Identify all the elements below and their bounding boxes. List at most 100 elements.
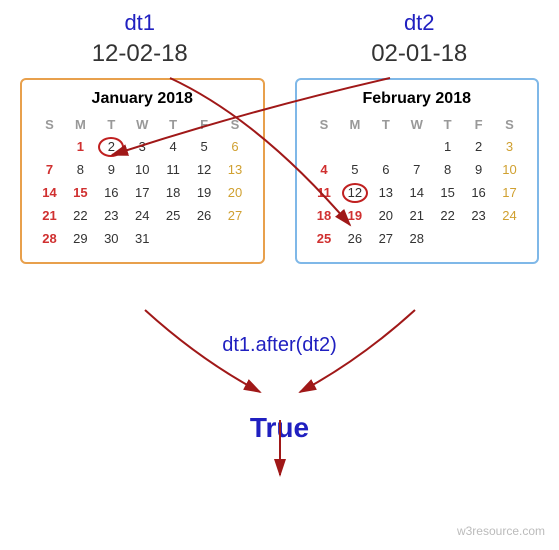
expression-text: dt1.after(dt2)	[0, 334, 559, 357]
calendar-cell: 22	[432, 204, 463, 227]
calendar-row: 25262728	[309, 227, 526, 250]
dt1-name: dt1	[92, 10, 188, 36]
calendar-cell: 9	[463, 158, 494, 181]
calendar-cell: 18	[158, 181, 189, 204]
calendar-cell: 15	[432, 181, 463, 204]
calendar-cell: 14	[401, 181, 432, 204]
calendar-cell: 18	[309, 204, 340, 227]
calendar-cell	[220, 227, 251, 250]
calendar-cell: 1	[432, 135, 463, 158]
dow-cell: W	[401, 114, 432, 135]
calendar-cell: 7	[401, 158, 432, 181]
calendar-row: 123456	[34, 135, 251, 158]
dow-cell: T	[432, 114, 463, 135]
calendar-cell: 21	[34, 204, 65, 227]
calendar-january: January 2018 SMTWTFS 1234567891011121314…	[20, 78, 265, 264]
calendar-cell: 25	[158, 204, 189, 227]
calendar-cell: 26	[189, 204, 220, 227]
dt1-value: 12-02-18	[92, 40, 188, 68]
calendar-cell: 1	[65, 135, 96, 158]
calendar-cell: 12	[339, 181, 370, 204]
result-text: True	[0, 412, 559, 444]
calendar-cell: 8	[65, 158, 96, 181]
calendar-cell	[34, 135, 65, 158]
calendar-cell	[370, 135, 401, 158]
top-labels: dt1 12-02-18 dt2 02-01-18	[0, 0, 559, 68]
calendar-cell: 7	[34, 158, 65, 181]
calendar-row: 45678910	[309, 158, 526, 181]
calendar-cell	[463, 227, 494, 250]
calendar-cell: 9	[96, 158, 127, 181]
calendar-cell: 26	[339, 227, 370, 250]
dow-cell: M	[339, 114, 370, 135]
calendar-row: 14151617181920	[34, 181, 251, 204]
dt2-group: dt2 02-01-18	[371, 10, 467, 68]
calendar-cell: 24	[494, 204, 525, 227]
calendar-cell: 25	[309, 227, 340, 250]
calendar-cell: 28	[401, 227, 432, 250]
calendar-cell: 31	[127, 227, 158, 250]
calendar-cell: 2	[463, 135, 494, 158]
calendar-row: 21222324252627	[34, 204, 251, 227]
calendar-cell: 11	[158, 158, 189, 181]
calendar-cell: 22	[65, 204, 96, 227]
calendar-row: 28293031	[34, 227, 251, 250]
calendar-cell: 5	[189, 135, 220, 158]
calendar-cell	[432, 227, 463, 250]
dow-cell: W	[127, 114, 158, 135]
calendar-cell	[401, 135, 432, 158]
calendar-cell: 27	[220, 204, 251, 227]
cal-feb-dow: SMTWTFS	[309, 114, 526, 135]
dow-cell: S	[494, 114, 525, 135]
calendar-cell	[189, 227, 220, 250]
calendar-cell: 17	[127, 181, 158, 204]
dow-cell: F	[189, 114, 220, 135]
calendar-cell: 21	[401, 204, 432, 227]
dow-cell: F	[463, 114, 494, 135]
dow-cell: S	[309, 114, 340, 135]
calendar-cell: 12	[189, 158, 220, 181]
dow-cell: M	[65, 114, 96, 135]
dow-cell: S	[34, 114, 65, 135]
calendar-cell: 6	[370, 158, 401, 181]
calendar-cell: 8	[432, 158, 463, 181]
calendar-row: 123	[309, 135, 526, 158]
calendar-cell: 16	[96, 181, 127, 204]
cal-jan-dow: SMTWTFS	[34, 114, 251, 135]
calendar-cell: 17	[494, 181, 525, 204]
cal-feb-body: 1234567891011121314151617181920212223242…	[309, 135, 526, 250]
calendar-cell: 19	[189, 181, 220, 204]
calendar-cell: 23	[463, 204, 494, 227]
cal-feb-table: SMTWTFS 12345678910111213141516171819202…	[309, 114, 526, 250]
calendar-cell: 3	[127, 135, 158, 158]
calendar-cell: 13	[220, 158, 251, 181]
watermark: w3resource.com	[457, 524, 545, 538]
calendar-row: 18192021222324	[309, 204, 526, 227]
calendar-cell: 13	[370, 181, 401, 204]
cal-jan-title: January 2018	[34, 90, 251, 108]
calendar-cell: 10	[127, 158, 158, 181]
dt1-group: dt1 12-02-18	[92, 10, 188, 68]
calendar-cell: 20	[370, 204, 401, 227]
dow-cell: T	[370, 114, 401, 135]
dt2-value: 02-01-18	[371, 40, 467, 68]
calendar-cell	[339, 135, 370, 158]
calendar-cell: 10	[494, 158, 525, 181]
calendar-cell: 24	[127, 204, 158, 227]
calendar-cell: 27	[370, 227, 401, 250]
cal-jan-body: 1234567891011121314151617181920212223242…	[34, 135, 251, 250]
calendar-cell: 19	[339, 204, 370, 227]
calendar-cell: 11	[309, 181, 340, 204]
calendar-row: 78910111213	[34, 158, 251, 181]
dow-cell: T	[158, 114, 189, 135]
calendar-cell: 30	[96, 227, 127, 250]
calendar-cell: 29	[65, 227, 96, 250]
calendar-cell: 15	[65, 181, 96, 204]
calendar-cell: 4	[309, 158, 340, 181]
calendar-row: 11121314151617	[309, 181, 526, 204]
calendar-cell: 3	[494, 135, 525, 158]
calendar-cell: 20	[220, 181, 251, 204]
calendar-february: February 2018 SMTWTFS 123456789101112131…	[295, 78, 540, 264]
dow-cell: T	[96, 114, 127, 135]
calendar-cell: 16	[463, 181, 494, 204]
